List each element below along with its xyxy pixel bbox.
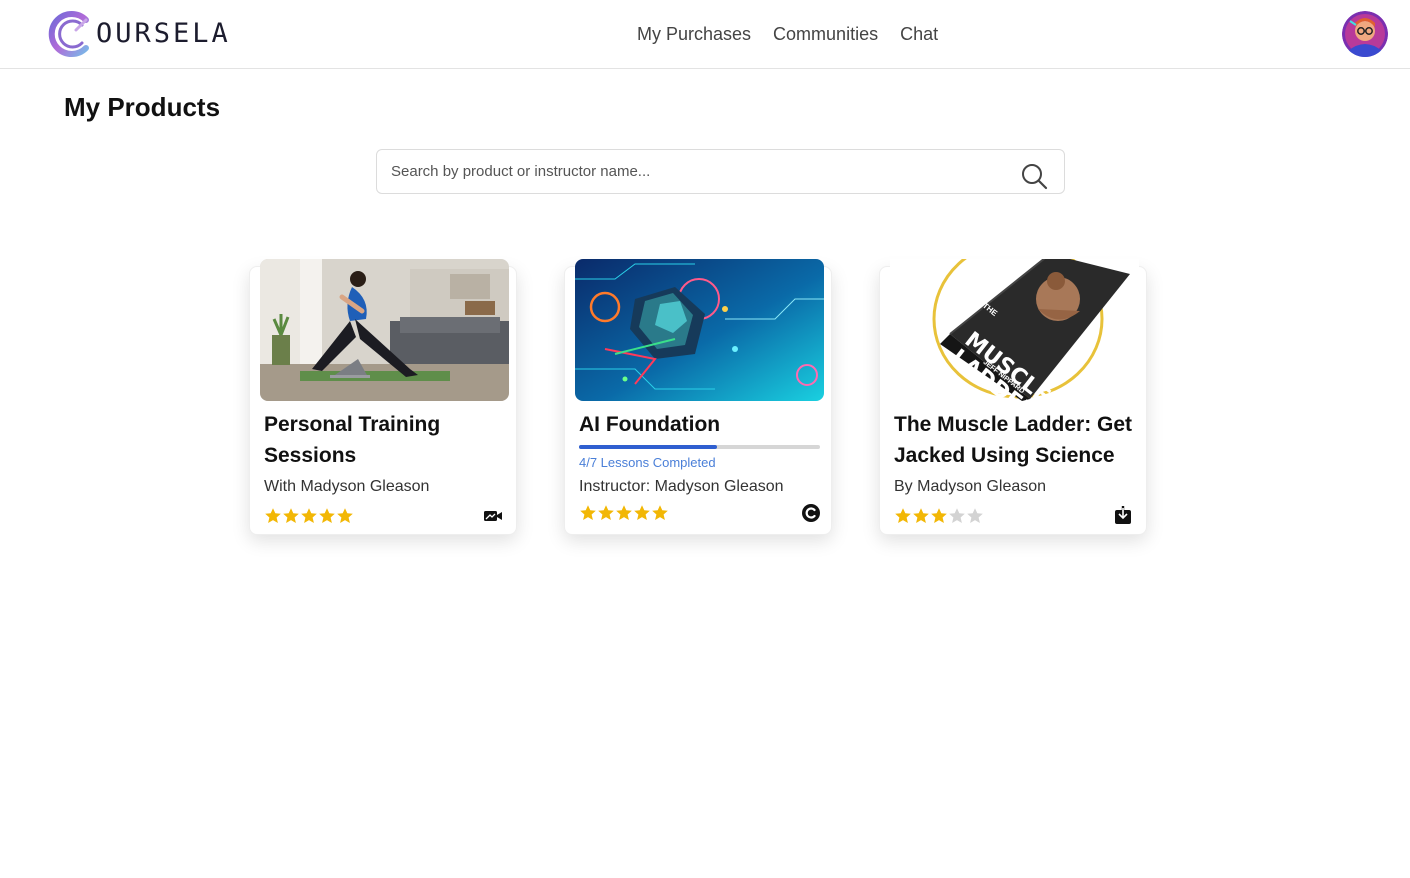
product-author: By Madyson Gleason <box>894 478 1047 495</box>
star-filled-icon <box>337 508 353 523</box>
video-call-icon <box>484 511 502 521</box>
top-navigation-bar: OURSELA My Purchases Communities Chat <box>0 0 1410 69</box>
star-filled-icon <box>319 508 335 523</box>
product-image-muscle-ladder: THE MUSCLE LADDER JEFF NIPPARD <box>890 239 1139 426</box>
star-filled-icon <box>913 508 929 523</box>
star-empty-icon <box>949 508 965 523</box>
product-card-personal-training[interactable]: Personal Training Sessions With Madyson … <box>249 259 517 535</box>
lesson-progress-fill <box>579 445 717 449</box>
avatar-image <box>1342 11 1388 57</box>
star-filled-icon <box>580 505 596 520</box>
product-image-ai-foundation <box>575 259 824 401</box>
download-icon <box>1115 506 1131 524</box>
main-nav: My Purchases Communities Chat <box>637 20 938 48</box>
nav-my-purchases[interactable]: My Purchases <box>637 20 751 48</box>
product-title: AI Foundation <box>579 413 721 436</box>
user-avatar[interactable] <box>1342 11 1388 57</box>
product-image-personal-training <box>260 259 509 401</box>
star-filled-icon <box>301 508 317 523</box>
lesson-progress-bar <box>579 445 820 449</box>
product-card-ai-foundation[interactable]: AI Foundation 4/7 Lessons Completed Inst… <box>564 259 832 535</box>
star-filled-icon <box>931 508 947 523</box>
logo-c-icon <box>48 11 89 57</box>
search-input[interactable] <box>391 150 1011 193</box>
star-filled-icon <box>652 505 668 520</box>
page-title: My Products <box>64 92 221 122</box>
nav-communities[interactable]: Communities <box>773 20 878 48</box>
rating-stars <box>264 507 354 525</box>
course-icon <box>802 504 820 522</box>
star-filled-icon <box>895 508 911 523</box>
star-filled-icon <box>616 505 632 520</box>
rating-stars <box>579 504 669 522</box>
product-search-box <box>376 149 1065 194</box>
search-icon[interactable] <box>1020 162 1048 190</box>
lesson-progress-label: 4/7 Lessons Completed <box>579 455 716 470</box>
star-filled-icon <box>283 508 299 523</box>
nav-chat[interactable]: Chat <box>900 20 938 48</box>
rating-stars <box>894 507 984 525</box>
star-filled-icon <box>598 505 614 520</box>
star-empty-icon <box>967 508 983 523</box>
product-title: Personal Training Sessions <box>264 413 441 467</box>
product-instructor: With Madyson Gleason <box>264 478 430 495</box>
logo-text: OURSELA <box>96 18 231 49</box>
star-filled-icon <box>634 505 650 520</box>
star-filled-icon <box>265 508 281 523</box>
coursela-logo[interactable]: OURSELA <box>46 10 231 58</box>
product-card-muscle-ladder[interactable]: THE MUSCLE LADDER JEFF NIPPARD The Muscl… <box>879 239 1147 535</box>
product-instructor: Instructor: Madyson Gleason <box>579 478 784 495</box>
product-title: The Muscle Ladder: Get Jacked Using Scie… <box>894 413 1133 467</box>
